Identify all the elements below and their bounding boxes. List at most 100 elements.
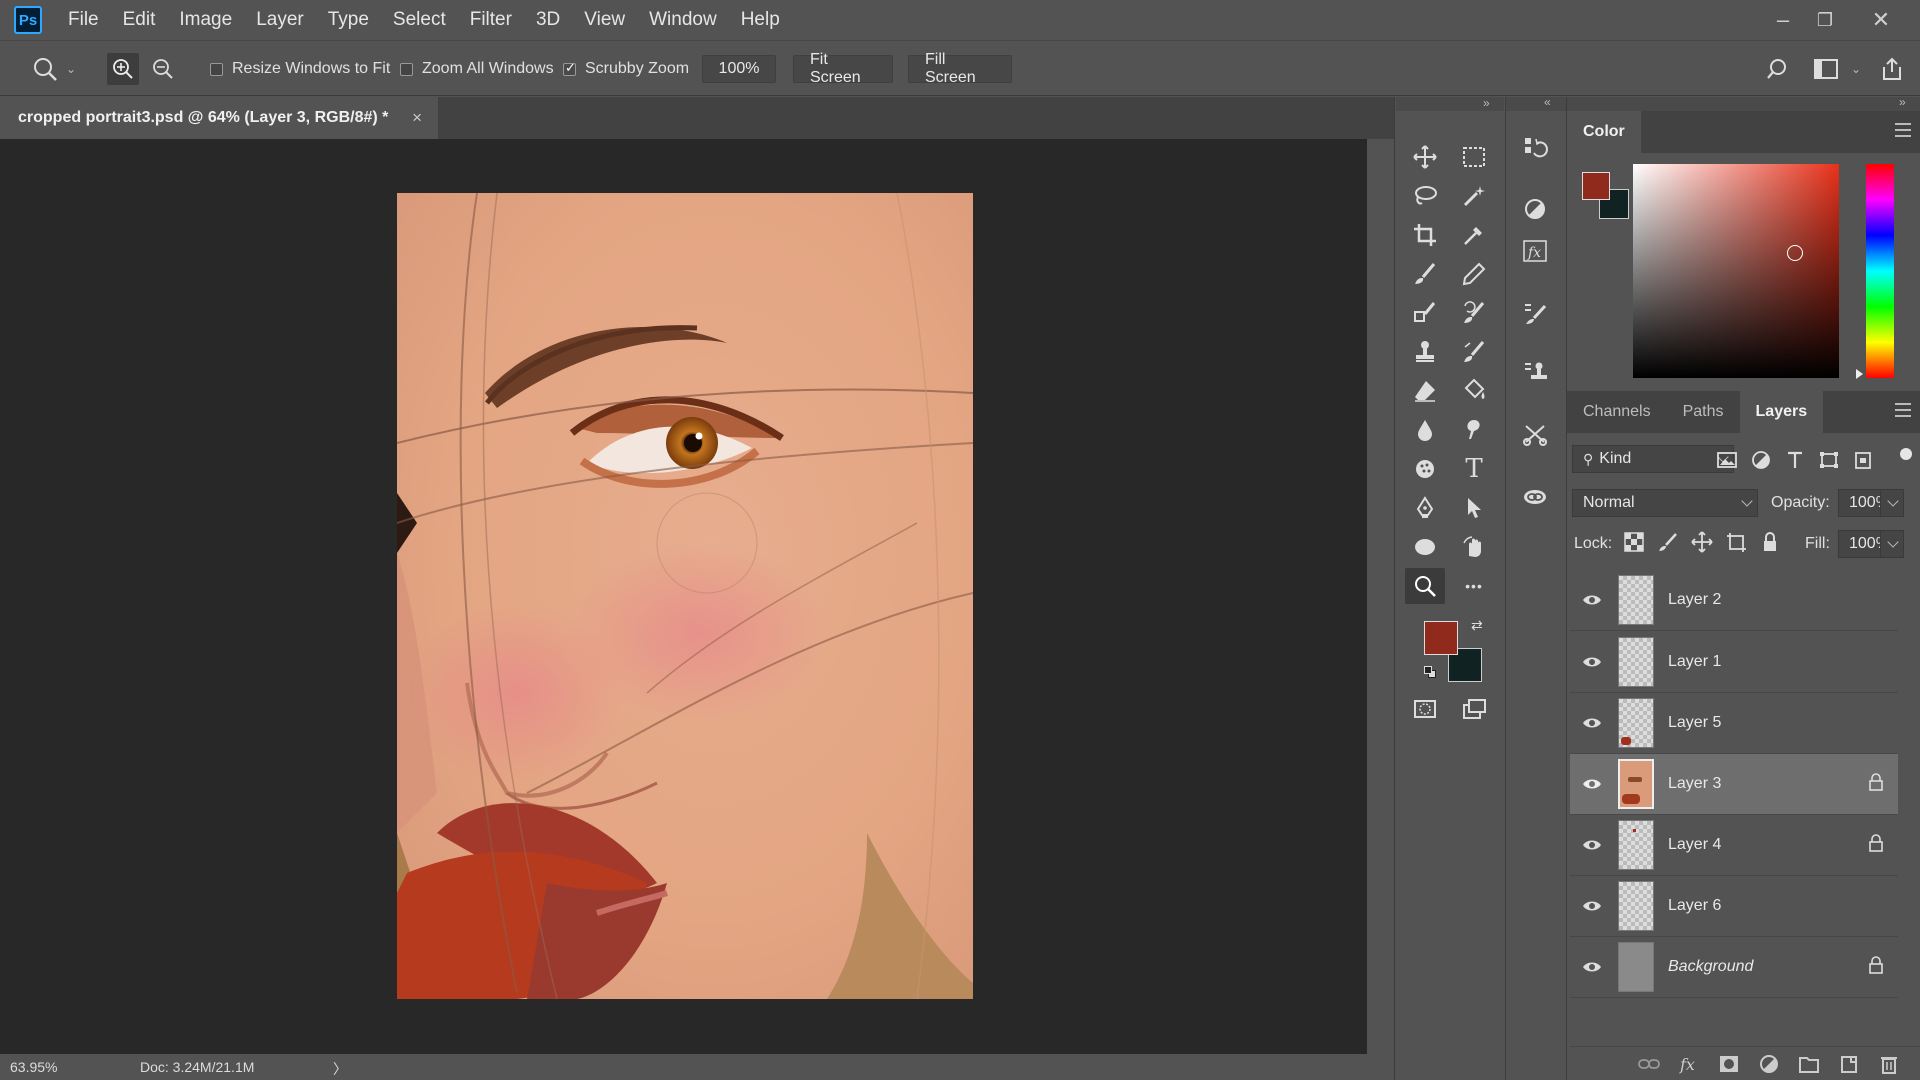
pen-tool[interactable] bbox=[1405, 490, 1445, 526]
resize-windows-check[interactable] bbox=[210, 62, 223, 76]
history-panel-button[interactable] bbox=[1515, 130, 1555, 166]
eyedropper-tool[interactable] bbox=[1454, 217, 1494, 253]
sponge-tool[interactable] bbox=[1405, 451, 1445, 487]
clone-stamp-tool[interactable] bbox=[1405, 334, 1445, 370]
type-tool[interactable]: T bbox=[1454, 451, 1494, 487]
blend-mode-dropdown[interactable]: Normal bbox=[1572, 489, 1758, 517]
filter-toggle-switch[interactable] bbox=[1900, 448, 1912, 460]
lock-transparent-pixels-icon[interactable] bbox=[1623, 531, 1645, 553]
layer-filter-kind-dropdown[interactable]: ⚲ Kind bbox=[1572, 445, 1734, 473]
zoom-tool-preset-picker[interactable]: ⌄ bbox=[30, 41, 76, 97]
lasso-tool[interactable] bbox=[1405, 178, 1445, 214]
search-button[interactable] bbox=[1765, 41, 1789, 97]
vertical-scrollbar[interactable] bbox=[1367, 139, 1394, 1054]
expand-panels-icon[interactable]: « bbox=[1544, 95, 1551, 109]
filter-smart-object-icon[interactable] bbox=[1852, 450, 1874, 470]
layer-name[interactable]: Layer 1 bbox=[1668, 653, 1721, 671]
menu-window[interactable]: Window bbox=[637, 0, 729, 40]
close-window-button[interactable]: ✕ bbox=[1856, 0, 1906, 40]
layer-name[interactable]: Layer 6 bbox=[1668, 897, 1721, 915]
brush-tool[interactable] bbox=[1405, 256, 1445, 292]
color-field[interactable] bbox=[1633, 164, 1839, 378]
tab-paths[interactable]: Paths bbox=[1667, 391, 1740, 433]
delete-layer-trash-icon[interactable] bbox=[1878, 1054, 1900, 1074]
menu-filter[interactable]: Filter bbox=[458, 0, 524, 40]
pencil-tool[interactable] bbox=[1454, 256, 1494, 292]
lock-position-icon[interactable] bbox=[1691, 531, 1713, 553]
tab-color[interactable]: Color bbox=[1567, 111, 1641, 153]
foreground-color-swatch[interactable] bbox=[1424, 621, 1458, 655]
menu-image[interactable]: Image bbox=[167, 0, 244, 40]
fill-screen-button[interactable]: Fill Screen bbox=[908, 51, 1012, 86]
status-menu-arrow[interactable]: 〉 bbox=[333, 1059, 347, 1079]
new-adjustment-layer-icon[interactable] bbox=[1758, 1054, 1780, 1074]
zoom-in-button[interactable] bbox=[107, 53, 139, 85]
scrubby-zoom-check[interactable] bbox=[563, 60, 576, 76]
menu-file[interactable]: File bbox=[56, 0, 111, 40]
document-canvas[interactable] bbox=[397, 193, 973, 999]
default-colors-icon[interactable] bbox=[1424, 666, 1436, 678]
new-layer-icon[interactable] bbox=[1838, 1054, 1860, 1074]
more-tools-button[interactable]: ••• bbox=[1454, 568, 1494, 604]
add-layer-style-icon[interactable]: fx bbox=[1678, 1054, 1700, 1074]
zoom-all-windows-checkbox[interactable]: Zoom All Windows bbox=[400, 41, 554, 97]
quick-mask-button[interactable] bbox=[1405, 691, 1445, 727]
healing-brush-tool[interactable] bbox=[1405, 295, 1445, 331]
restore-button[interactable]: ❐ bbox=[1800, 0, 1850, 40]
visibility-eye-icon[interactable] bbox=[1582, 899, 1602, 913]
hue-slider-handle[interactable] bbox=[1856, 369, 1863, 379]
right-dock-grip[interactable] bbox=[1567, 97, 1920, 111]
crop-tool[interactable] bbox=[1405, 217, 1445, 253]
fill-dropdown[interactable] bbox=[1880, 530, 1904, 558]
menu-layer[interactable]: Layer bbox=[244, 0, 316, 40]
layer-name[interactable]: Layer 2 bbox=[1668, 591, 1721, 609]
menu-3d[interactable]: 3D bbox=[524, 0, 572, 40]
layer-name[interactable]: Layer 3 bbox=[1668, 775, 1721, 793]
smudge-tool[interactable] bbox=[1454, 412, 1494, 448]
fit-screen-button[interactable]: Fit Screen bbox=[793, 51, 893, 86]
brush-settings-panel-button[interactable] bbox=[1515, 295, 1555, 331]
lock-image-pixels-icon[interactable] bbox=[1657, 531, 1679, 553]
layer-row[interactable]: Layer 6 bbox=[1570, 876, 1898, 937]
marquee-tool[interactable] bbox=[1454, 139, 1494, 175]
visibility-eye-icon[interactable] bbox=[1582, 593, 1602, 607]
filter-pixel-layer-icon[interactable] bbox=[1716, 450, 1738, 470]
collapse-right-dock-icon[interactable]: » bbox=[1899, 95, 1906, 109]
libraries-panel-button[interactable] bbox=[1515, 478, 1555, 514]
move-tool[interactable] bbox=[1405, 139, 1445, 175]
document-tab[interactable]: cropped portrait3.psd @ 64% (Layer 3, RG… bbox=[0, 97, 438, 139]
layer-row[interactable]: Background bbox=[1570, 937, 1898, 998]
new-group-folder-icon[interactable] bbox=[1798, 1054, 1820, 1074]
path-selection-tool[interactable] bbox=[1454, 490, 1494, 526]
filter-adjustment-layer-icon[interactable] bbox=[1750, 450, 1772, 470]
collapse-tools-icon[interactable]: » bbox=[1483, 96, 1490, 110]
lock-all-icon[interactable] bbox=[1759, 531, 1781, 553]
history-brush-tool[interactable] bbox=[1454, 295, 1494, 331]
resize-windows-checkbox[interactable]: Resize Windows to Fit bbox=[210, 41, 390, 97]
menu-type[interactable]: Type bbox=[316, 0, 381, 40]
zoom-level-field[interactable]: 100% bbox=[702, 55, 776, 83]
eraser-tool[interactable] bbox=[1405, 373, 1445, 409]
rotate-view-tool[interactable] bbox=[1454, 529, 1494, 565]
share-button[interactable] bbox=[1880, 41, 1904, 97]
zoom-level-status[interactable]: 63.95% bbox=[10, 1059, 57, 1075]
tab-channels[interactable]: Channels bbox=[1567, 391, 1667, 433]
blur-tool[interactable] bbox=[1405, 412, 1445, 448]
zoom-tool[interactable] bbox=[1405, 568, 1445, 604]
tab-layers[interactable]: Layers bbox=[1739, 391, 1824, 433]
layer-row[interactable]: Layer 4 bbox=[1570, 815, 1898, 876]
link-layers-icon[interactable] bbox=[1638, 1056, 1660, 1072]
art-history-brush-tool[interactable] bbox=[1454, 334, 1494, 370]
collapsed-panels-grip[interactable] bbox=[1506, 97, 1566, 111]
color-panel-fg-swatch[interactable] bbox=[1582, 172, 1610, 200]
layer-row[interactable]: Layer 1 bbox=[1570, 632, 1898, 693]
menu-select[interactable]: Select bbox=[381, 0, 458, 40]
filter-type-layer-icon[interactable] bbox=[1784, 450, 1806, 470]
visibility-eye-icon[interactable] bbox=[1582, 838, 1602, 852]
filter-shape-layer-icon[interactable] bbox=[1818, 450, 1840, 470]
menu-help[interactable]: Help bbox=[729, 0, 792, 40]
magic-wand-tool[interactable] bbox=[1454, 178, 1494, 214]
paint-bucket-tool[interactable] bbox=[1454, 373, 1494, 409]
add-layer-mask-icon[interactable] bbox=[1718, 1054, 1740, 1074]
layer-name[interactable]: Layer 4 bbox=[1668, 836, 1721, 854]
